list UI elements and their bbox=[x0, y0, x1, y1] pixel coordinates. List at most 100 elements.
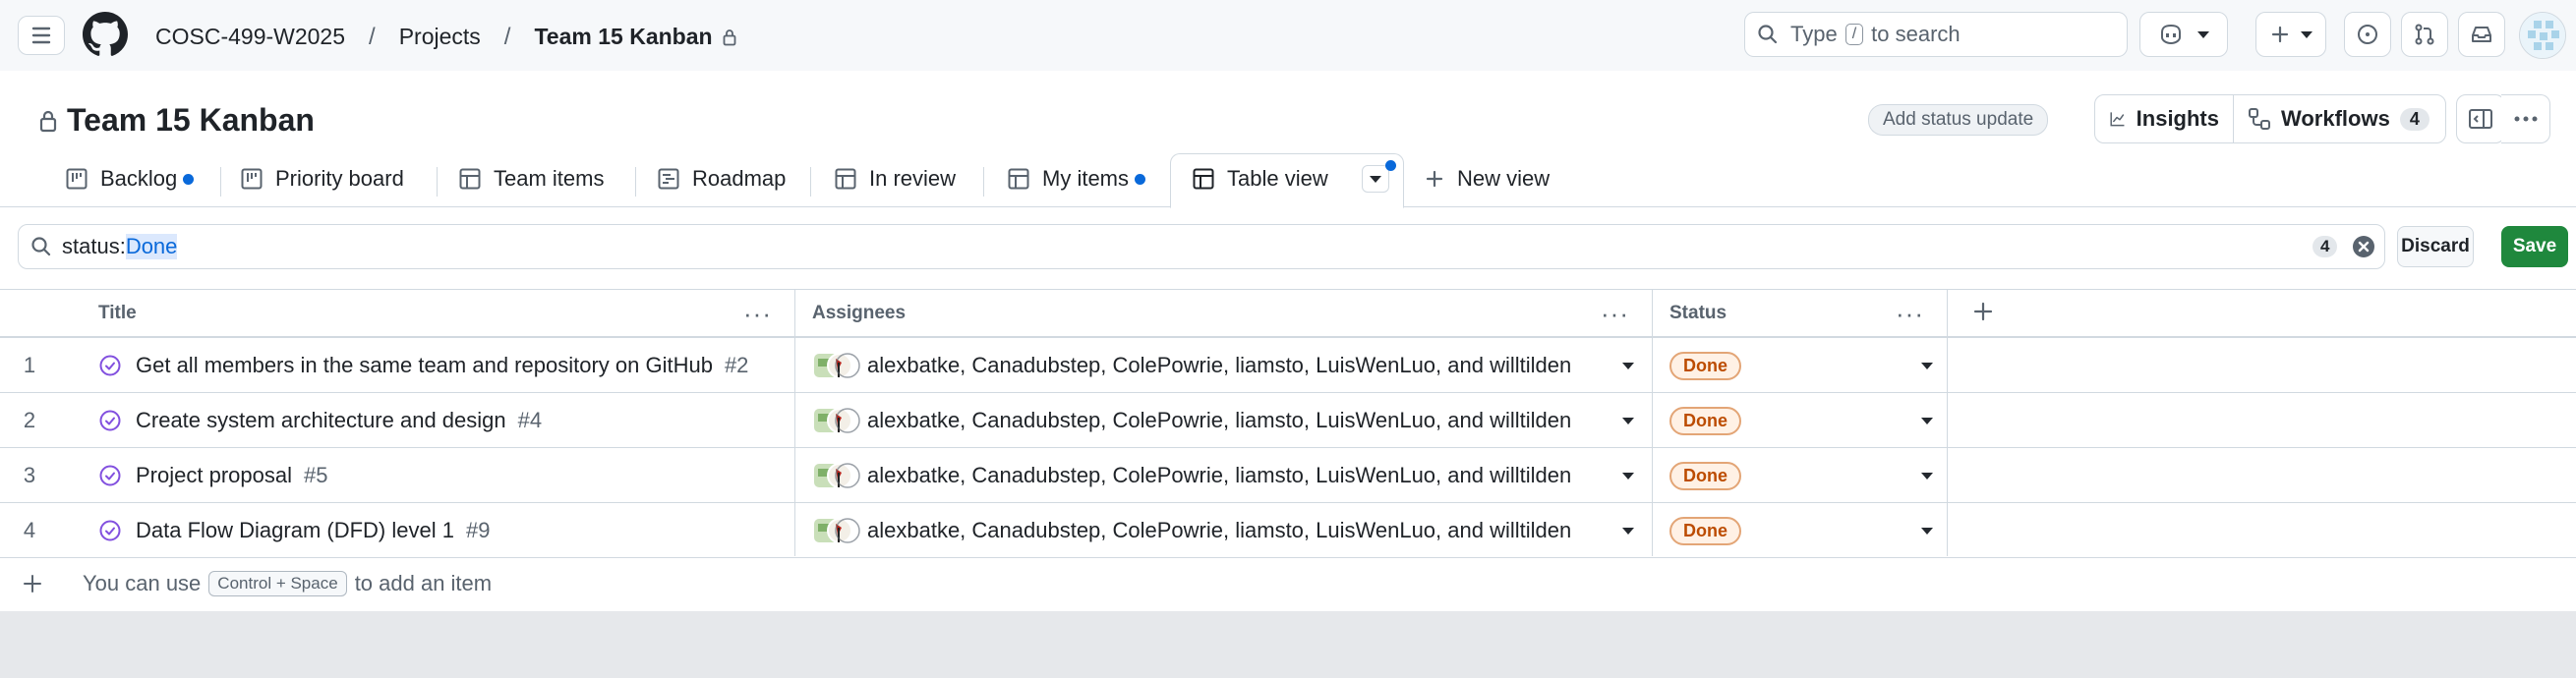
search-placeholder-suffix: to search bbox=[1871, 22, 1961, 46]
breadcrumb-current-project[interactable]: Team 15 Kanban bbox=[528, 22, 741, 52]
issue-closed-icon bbox=[99, 355, 121, 376]
identicon-icon bbox=[2520, 13, 2565, 58]
row-number: 3 bbox=[23, 463, 36, 487]
column-header-title[interactable]: Title bbox=[98, 289, 137, 338]
toggle-side-panel-button[interactable] bbox=[2456, 94, 2505, 143]
status-dropdown-button[interactable] bbox=[1921, 448, 1933, 503]
assignees-cell[interactable]: alexbatke, Canadubstep, ColePowrie, liam… bbox=[812, 338, 1571, 393]
clear-filter-button[interactable] bbox=[2353, 236, 2374, 257]
table-icon bbox=[1008, 168, 1029, 190]
tab-backlog[interactable]: Backlog bbox=[65, 157, 195, 200]
tab-label: Table view bbox=[1227, 166, 1328, 191]
new-view-button[interactable]: New view bbox=[1424, 157, 1550, 200]
issues-button[interactable] bbox=[2344, 12, 2391, 57]
chevron-down-icon bbox=[1921, 417, 1933, 424]
assignees-list: alexbatke, Canadubstep, ColePowrie, liam… bbox=[867, 408, 1572, 432]
status-cell[interactable]: Done bbox=[1669, 503, 1741, 558]
issue-title-link[interactable]: Data Flow Diagram (DFD) level 1 bbox=[136, 518, 454, 543]
assignees-dropdown-button[interactable] bbox=[1622, 338, 1634, 393]
assignees-cell[interactable]: alexbatke, Canadubstep, ColePowrie, liam… bbox=[812, 503, 1571, 558]
tab-table-view[interactable]: Table view bbox=[1192, 157, 1396, 200]
status-dropdown-button[interactable] bbox=[1921, 393, 1933, 448]
chevron-down-icon bbox=[1622, 417, 1634, 424]
status-dropdown-button[interactable] bbox=[1921, 503, 1933, 558]
status-dropdown-button[interactable] bbox=[1921, 338, 1933, 393]
discard-button[interactable]: Discard bbox=[2397, 226, 2474, 267]
plus-icon bbox=[24, 575, 41, 593]
user-avatar[interactable] bbox=[2519, 12, 2566, 59]
github-logo-icon[interactable] bbox=[83, 12, 128, 57]
status-cell[interactable]: Done bbox=[1669, 448, 1741, 503]
issue-title-link[interactable]: Create system architecture and design bbox=[136, 408, 506, 433]
table-row[interactable]: 4 Data Flow Diagram (DFD) level 1 #9 alexba… bbox=[0, 503, 2576, 558]
table-row[interactable]: 2 Create system architecture and design #4… bbox=[0, 393, 2576, 448]
table-row[interactable]: 3 Project proposal #5 alexbatke, Canadubste… bbox=[0, 448, 2576, 503]
add-item-hint-prefix: You can use bbox=[83, 571, 202, 595]
issue-number: #9 bbox=[465, 518, 491, 542]
column-title-menu-icon[interactable]: ··· bbox=[743, 299, 772, 329]
assignees-list: alexbatke, Canadubstep, ColePowrie, liam… bbox=[867, 518, 1572, 542]
tab-team-items[interactable]: Team items bbox=[458, 157, 604, 200]
search-shortcut-key: / bbox=[1844, 24, 1864, 45]
column-assignees-menu-icon[interactable]: ··· bbox=[1601, 299, 1629, 329]
tab-label: Priority board bbox=[275, 166, 404, 191]
tab-label: Team items bbox=[494, 166, 605, 191]
status-cell[interactable]: Done bbox=[1669, 338, 1741, 393]
view-options-button[interactable] bbox=[1361, 160, 1396, 193]
search-input[interactable]: Type / to search bbox=[1744, 12, 2128, 57]
issue-title-link[interactable]: Get all members in the same team and rep… bbox=[136, 353, 713, 378]
menu-button[interactable] bbox=[18, 16, 65, 55]
chevron-down-icon bbox=[1622, 362, 1634, 369]
tab-in-review[interactable]: In review bbox=[834, 157, 956, 200]
assignees-dropdown-button[interactable] bbox=[1622, 503, 1634, 558]
tab-my-items[interactable]: My items bbox=[1007, 157, 1145, 200]
tab-divider bbox=[810, 167, 811, 197]
board-icon bbox=[241, 168, 263, 190]
assignees-dropdown-button[interactable] bbox=[1622, 448, 1634, 503]
tab-divider bbox=[635, 167, 636, 197]
chevron-down-icon bbox=[1622, 472, 1634, 480]
status-cell[interactable]: Done bbox=[1669, 393, 1741, 448]
search-placeholder-prefix: Type bbox=[1790, 22, 1838, 46]
assignees-cell[interactable]: alexbatke, Canadubstep, ColePowrie, liam… bbox=[812, 448, 1571, 503]
column-header-assignees[interactable]: Assignees bbox=[812, 289, 906, 338]
title-cell[interactable]: Create system architecture and design #4 bbox=[98, 393, 542, 448]
title-cell[interactable]: Data Flow Diagram (DFD) level 1 #9 bbox=[98, 503, 490, 558]
breadcrumb-org[interactable]: COSC-499-W2025 bbox=[149, 22, 351, 52]
avatar-stack-icon bbox=[814, 408, 860, 433]
breadcrumb-projects[interactable]: Projects bbox=[393, 22, 487, 52]
assignee-avatar-stack bbox=[812, 459, 861, 492]
tab-divider bbox=[220, 167, 221, 197]
assignees-list: alexbatke, Canadubstep, ColePowrie, liam… bbox=[867, 463, 1572, 487]
add-field-plus-icon[interactable] bbox=[1972, 301, 1994, 322]
add-item-row[interactable]: You can use Control + Space to add an it… bbox=[0, 556, 2576, 611]
assignees-cell[interactable]: alexbatke, Canadubstep, ColePowrie, liam… bbox=[812, 393, 1571, 448]
column-status-menu-icon[interactable]: ··· bbox=[1896, 299, 1924, 329]
insights-button[interactable]: Insights bbox=[2095, 95, 2233, 142]
create-new-button[interactable] bbox=[2255, 12, 2326, 57]
copilot-button[interactable] bbox=[2139, 12, 2228, 57]
kebab-horizontal-icon bbox=[2514, 116, 2537, 122]
column-header-status[interactable]: Status bbox=[1669, 289, 1727, 338]
project-more-options-button[interactable] bbox=[2501, 94, 2550, 143]
assignees-dropdown-button[interactable] bbox=[1622, 393, 1634, 448]
table-row[interactable]: 1 Get all members in the same team and re… bbox=[0, 338, 2576, 393]
save-button[interactable]: Save bbox=[2501, 226, 2568, 267]
breadcrumb-separator: / bbox=[369, 23, 376, 50]
avatar-stack-icon bbox=[814, 518, 860, 543]
tab-roadmap[interactable]: Roadmap bbox=[657, 157, 786, 200]
workflows-count-badge: 4 bbox=[2399, 107, 2430, 131]
pull-requests-button[interactable] bbox=[2401, 12, 2448, 57]
workflows-button[interactable]: Workflows 4 bbox=[2233, 95, 2443, 142]
inbox-button[interactable] bbox=[2458, 12, 2505, 57]
title-cell[interactable]: Get all members in the same team and rep… bbox=[98, 338, 748, 393]
title-cell[interactable]: Project proposal #5 bbox=[98, 448, 327, 503]
add-status-update-button[interactable]: Add status update bbox=[1868, 104, 2049, 136]
filter-input[interactable]: status: Done bbox=[18, 224, 2385, 269]
tab-priority-board[interactable]: Priority board bbox=[240, 157, 404, 200]
issue-title-link[interactable]: Project proposal bbox=[136, 463, 292, 488]
copilot-icon bbox=[2161, 24, 2181, 45]
filter-value: Done bbox=[125, 234, 178, 259]
lock-icon bbox=[39, 110, 57, 132]
breadcrumb: COSC-499-W2025 / Projects / Team 15 Kanb… bbox=[149, 22, 742, 52]
